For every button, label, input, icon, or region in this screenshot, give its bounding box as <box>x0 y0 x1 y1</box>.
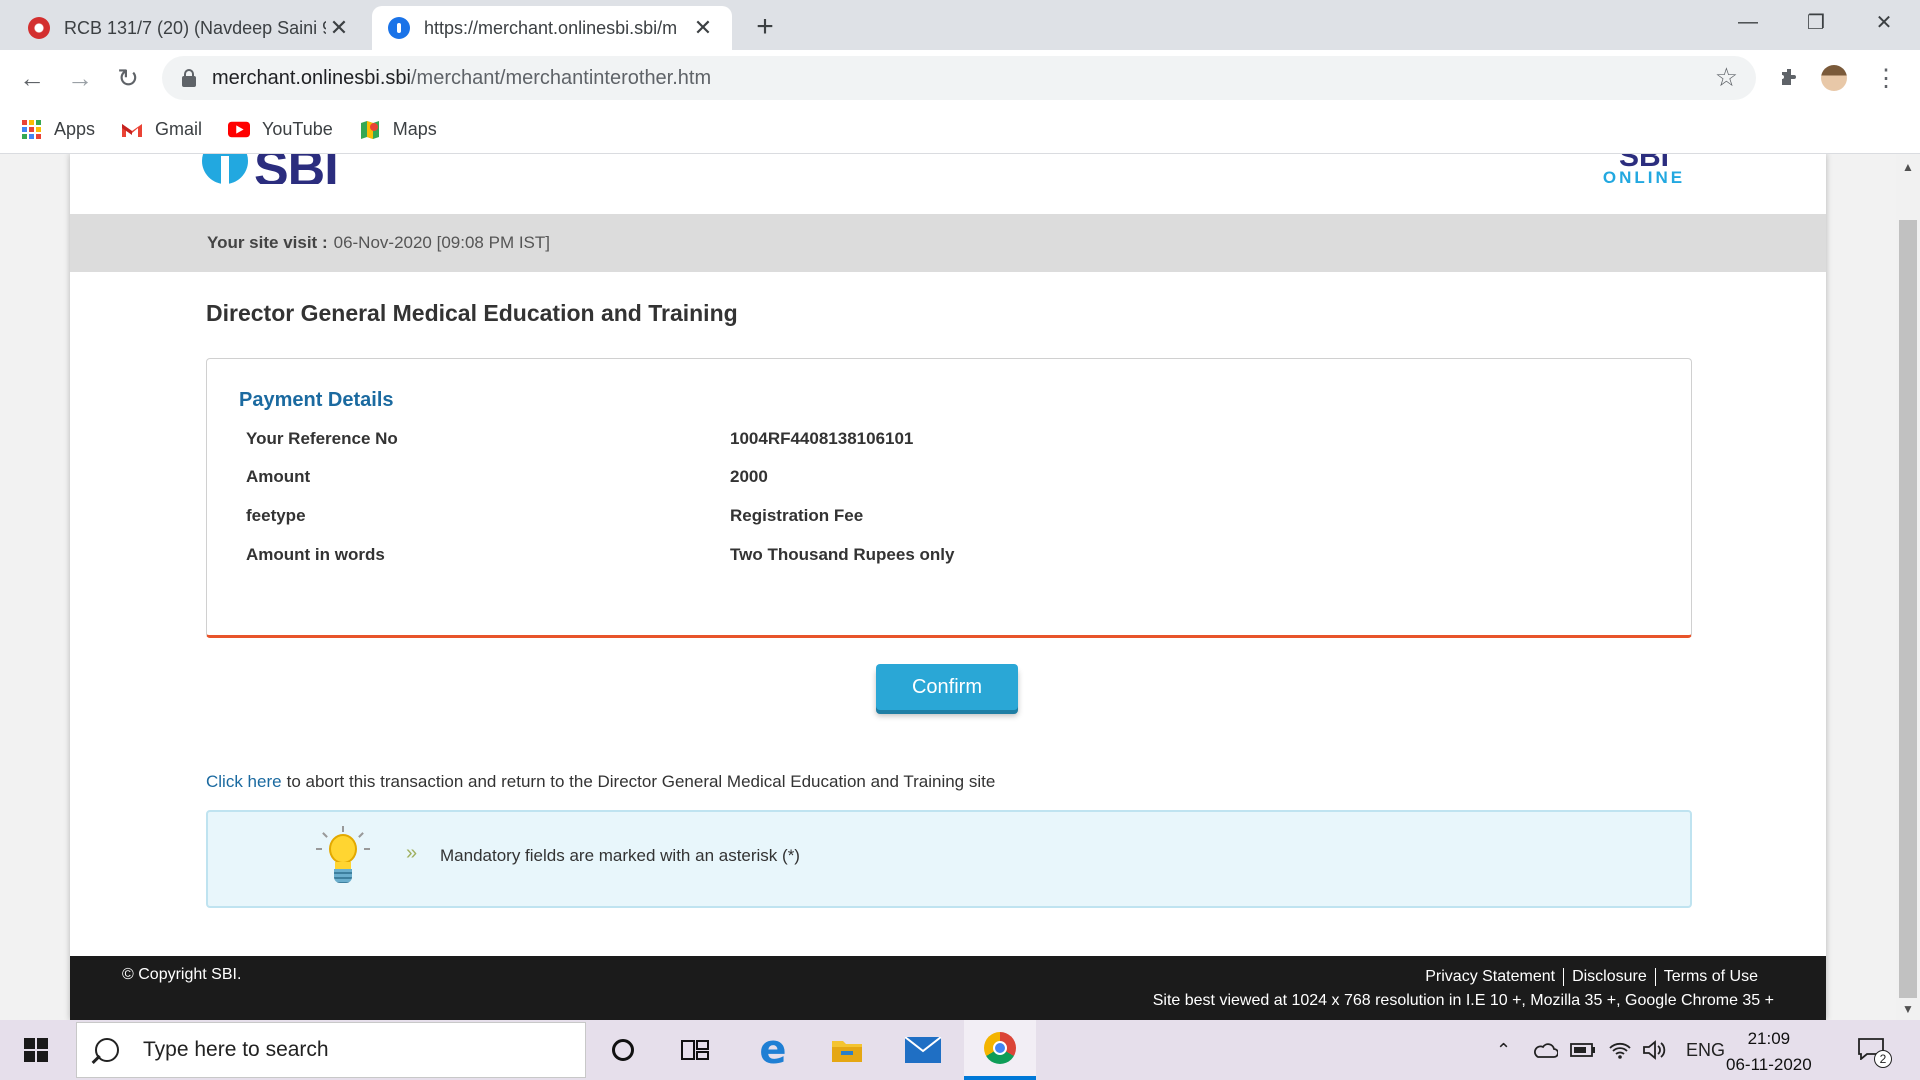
task-view-icon[interactable] <box>662 1020 728 1080</box>
tab-title: RCB 131/7 (20) (Navdeep Saini 9( <box>64 17 326 38</box>
mandatory-fields-message: Mandatory fields are marked with an aste… <box>440 846 800 865</box>
taskbar-search[interactable]: Type here to search <box>76 1022 586 1078</box>
file-explorer-icon[interactable] <box>814 1020 880 1080</box>
tab-cricket-score[interactable]: RCB 131/7 (20) (Navdeep Saini 9( ✕ <box>12 6 368 50</box>
battery-icon[interactable] <box>1570 1020 1596 1080</box>
sbi-page-container: SBI SBI ONLINE Your site visit : 06-Nov-… <box>70 154 1826 1020</box>
forward-button[interactable]: → <box>60 58 100 98</box>
clock-date: 06-11-2020 <box>1726 1055 1812 1074</box>
site-visit-bar: Your site visit : 06-Nov-2020 [09:08 PM … <box>70 214 1826 272</box>
sbi-logo: SBI <box>202 154 338 184</box>
confirm-button[interactable]: Confirm <box>876 664 1018 710</box>
search-icon <box>95 1038 119 1062</box>
sbi-keyhole-icon <box>202 154 248 184</box>
detail-label: Your Reference No <box>246 429 398 448</box>
browser-tab-strip: RCB 131/7 (20) (Navdeep Saini 9( ✕ https… <box>0 0 1920 50</box>
chrome-taskbar-icon[interactable] <box>964 1020 1036 1080</box>
scrollbar-thumb[interactable] <box>1899 220 1917 998</box>
reload-button[interactable]: ↻ <box>108 58 148 98</box>
disclosure-link[interactable]: Disclosure <box>1563 968 1655 986</box>
notification-count-badge: 2 <box>1874 1050 1892 1068</box>
url-text[interactable]: merchant.onlinesbi.sbi/merchant/merchant… <box>212 67 711 90</box>
info-box: » Mandatory fields are marked with an as… <box>206 810 1692 908</box>
chevron-right-icon: » <box>406 842 418 864</box>
maps-icon <box>359 119 381 141</box>
bookmark-apps[interactable]: Apps <box>20 119 95 141</box>
abort-link[interactable]: Click here <box>206 772 282 791</box>
detail-label: Amount in words <box>246 545 385 564</box>
privacy-statement-link[interactable]: Privacy Statement <box>1417 968 1563 986</box>
taskbar-clock[interactable]: 21:09 06-11-2020 <box>1726 1026 1812 1078</box>
sbi-favicon-icon <box>388 17 410 39</box>
start-button[interactable] <box>0 1020 72 1080</box>
lightbulb-icon <box>316 826 370 892</box>
site-visit-label: Your site visit : <box>207 233 328 252</box>
window-close-button[interactable]: ✕ <box>1850 0 1918 44</box>
bookmark-label: Maps <box>392 119 437 139</box>
abort-notice: Click here to abort this transaction and … <box>206 772 995 792</box>
restore-button[interactable]: ❐ <box>1782 0 1850 44</box>
page-scrollbar[interactable]: ▲ ▼ <box>1896 154 1920 1020</box>
clock-time: 21:09 <box>1747 1029 1791 1048</box>
action-center-icon[interactable]: 2 <box>1858 1020 1892 1080</box>
detail-value: Registration Fee <box>730 506 864 525</box>
windows-logo-icon <box>24 1038 48 1062</box>
search-placeholder: Type here to search <box>143 1038 329 1061</box>
bookmark-maps[interactable]: Maps <box>359 119 437 141</box>
page-footer: © Copyright SBI. Privacy Statement Discl… <box>70 956 1826 1020</box>
minimize-button[interactable]: — <box>1714 0 1782 44</box>
scroll-up-arrow-icon[interactable]: ▲ <box>1902 160 1914 174</box>
best-viewed-text: Site best viewed at 1024 x 768 resolutio… <box>1152 992 1774 1009</box>
lock-icon[interactable] <box>182 69 196 87</box>
onedrive-cloud-icon[interactable] <box>1532 1020 1558 1080</box>
site-visit-value: 06-Nov-2020 [09:08 PM IST] <box>333 233 550 252</box>
chrome-menu-icon[interactable]: ⋮ <box>1868 60 1904 96</box>
volume-icon[interactable] <box>1642 1020 1668 1080</box>
detail-value: 1004RF4408138106101 <box>730 429 914 448</box>
tab-close-icon[interactable]: ✕ <box>326 15 352 41</box>
new-tab-button[interactable]: + <box>748 10 782 44</box>
abort-text: to abort this transaction and return to … <box>286 772 996 791</box>
address-bar[interactable]: merchant.onlinesbi.sbi/merchant/merchant… <box>162 56 1756 100</box>
input-language[interactable]: ENG <box>1686 1020 1725 1080</box>
sbi-online-logo: SBI ONLINE <box>1602 154 1686 187</box>
detail-value: 2000 <box>730 467 768 486</box>
bookmark-label: Apps <box>54 119 96 139</box>
copyright-text: © Copyright SBI. <box>122 966 242 983</box>
edge-browser-icon[interactable]: e <box>740 1020 806 1080</box>
detail-label: Amount <box>246 467 311 486</box>
footer-links: Privacy Statement Disclosure Terms of Us… <box>1417 968 1766 986</box>
mail-icon[interactable] <box>890 1020 956 1080</box>
gmail-icon <box>121 119 143 141</box>
page-viewport: SBI SBI ONLINE Your site visit : 06-Nov-… <box>0 154 1920 1020</box>
detail-label: feetype <box>246 506 306 525</box>
bookmarks-bar: Apps Gmail YouTube Maps <box>0 106 1920 154</box>
tab-sbi-merchant[interactable]: https://merchant.onlinesbi.sbi/m ✕ <box>372 6 732 50</box>
payment-details-heading: Payment Details <box>239 389 394 411</box>
show-hidden-icons-chevron-icon[interactable]: ⌃ <box>1496 1020 1511 1080</box>
apps-grid-icon <box>20 119 42 141</box>
bookmark-star-icon[interactable]: ☆ <box>1715 62 1738 93</box>
browser-toolbar: ← → ↻ merchant.onlinesbi.sbi/merchant/me… <box>0 50 1920 106</box>
merchant-title: Director General Medical Education and T… <box>206 300 738 326</box>
bookmark-gmail[interactable]: Gmail <box>121 119 202 141</box>
extensions-puzzle-icon[interactable] <box>1772 60 1808 96</box>
detail-value: Two Thousand Rupees only <box>730 545 955 564</box>
youtube-icon <box>228 119 251 141</box>
profile-avatar[interactable] <box>1816 60 1852 96</box>
bookmark-label: YouTube <box>262 119 333 139</box>
cricket-site-favicon-icon <box>28 17 50 39</box>
terms-of-use-link[interactable]: Terms of Use <box>1654 968 1766 986</box>
cortana-icon[interactable] <box>590 1020 656 1080</box>
tab-close-icon[interactable]: ✕ <box>690 15 716 41</box>
back-button[interactable]: ← <box>12 58 52 98</box>
tab-title: https://merchant.onlinesbi.sbi/m <box>424 17 678 38</box>
bookmark-youtube[interactable]: YouTube <box>228 119 333 141</box>
payment-details-panel: Payment Details Your Reference No 1004RF… <box>206 358 1692 638</box>
scroll-down-arrow-icon[interactable]: ▼ <box>1902 1002 1914 1016</box>
wifi-icon[interactable] <box>1608 1020 1632 1080</box>
bookmark-label: Gmail <box>155 119 203 139</box>
windows-taskbar: Type here to search e ⌃ ENG 21:09 06-11-… <box>0 1020 1920 1080</box>
